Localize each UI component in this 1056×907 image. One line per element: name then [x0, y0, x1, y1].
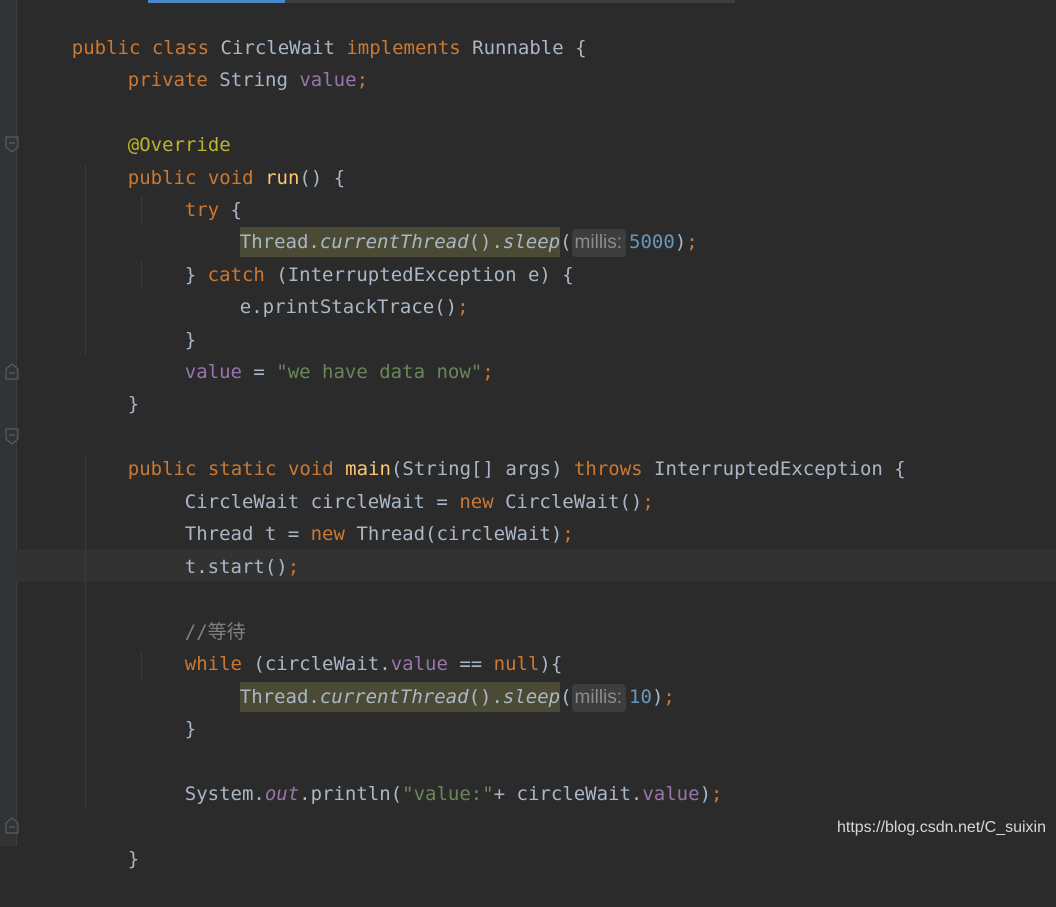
code-token: } — [127, 848, 140, 870]
code-token: InterruptedException { — [642, 458, 906, 480]
code-line-22[interactable]: } — [139, 681, 196, 740]
code-token: ) — [651, 686, 664, 708]
fold-collapse-icon[interactable] — [5, 136, 19, 154]
code-line-21[interactable]: Thread.currentThread().sleep(millis: 10); — [194, 649, 675, 712]
code-line-20[interactable]: while (circleWait.value == null){ — [139, 616, 563, 675]
code-line-5[interactable]: public void run() { — [82, 130, 345, 189]
code-token: .println( — [299, 783, 403, 805]
code-line-6[interactable]: try { — [139, 162, 242, 221]
static-method-call: sleep — [502, 686, 561, 708]
number-literal: 10 — [629, 686, 652, 708]
editor-gutter[interactable] — [0, 0, 19, 846]
semicolon: ; — [711, 783, 723, 805]
code-token: } — [127, 393, 140, 415]
code-line-8[interactable]: } catch (InterruptedException e) { — [139, 227, 574, 286]
keyword: new — [310, 523, 345, 545]
code-line-19[interactable]: //等待 — [139, 584, 246, 643]
semicolon: ; — [356, 69, 369, 91]
code-line-10[interactable]: } — [139, 292, 196, 351]
code-token: } — [184, 718, 197, 740]
usage-highlight: Thread.currentThread().sleep — [239, 682, 561, 712]
code-line-16[interactable]: Thread t = new Thread(circleWait); — [139, 486, 574, 545]
code-line-4[interactable]: @Override — [82, 97, 231, 156]
field-name: value — [642, 783, 700, 805]
parameter-hint: millis: — [571, 229, 627, 257]
code-editor[interactable]: public class CircleWait implements Runna… — [0, 0, 1056, 870]
string-literal: "we have data now" — [276, 361, 483, 383]
fold-collapse-icon[interactable] — [5, 428, 19, 446]
code-token: Thread. — [239, 686, 320, 708]
code-line-26[interactable]: } — [82, 811, 139, 870]
code-token: () { — [299, 167, 346, 189]
code-line-24[interactable]: System.out.println("value:"+ circleWait.… — [139, 746, 723, 805]
field-name: value — [299, 69, 357, 91]
fold-end-icon[interactable] — [5, 362, 19, 380]
parameter-hint: millis: — [571, 684, 627, 712]
code-line-2[interactable]: private String value; — [82, 32, 368, 91]
code-token: (). — [468, 686, 503, 708]
code-line-14[interactable]: public static void main(String[] args) t… — [82, 421, 906, 480]
semicolon: ; — [287, 556, 300, 578]
semicolon: ; — [562, 523, 574, 545]
code-line-9[interactable]: e.printStackTrace(); — [194, 259, 469, 318]
watermark: https://blog.csdn.net/C_suixin — [836, 819, 1046, 836]
code-line-17[interactable]: t.start(); — [139, 519, 299, 578]
code-token: Thread(circleWait) — [344, 523, 563, 545]
semicolon: ; — [686, 231, 698, 253]
code-token: ) — [674, 231, 687, 253]
code-line-7[interactable]: Thread.currentThread().sleep(millis: 5000… — [194, 194, 698, 257]
code-line-11[interactable]: value = "we have data now"; — [139, 324, 494, 383]
semicolon: ; — [642, 491, 654, 513]
static-field: out — [264, 783, 300, 805]
string-literal: "value:" — [402, 783, 494, 805]
semicolon: ; — [663, 686, 675, 708]
semicolon: ; — [482, 361, 494, 383]
code-token: ) — [699, 783, 712, 805]
number-literal: 5000 — [629, 231, 675, 253]
code-line-15[interactable]: CircleWait circleWait = new CircleWait()… — [139, 454, 654, 513]
code-token: ( — [560, 686, 572, 708]
code-token: String — [207, 69, 300, 91]
code-token: Runnable { — [460, 37, 587, 59]
code-token: e.printStackTrace() — [239, 296, 458, 318]
fold-end-icon[interactable] — [5, 816, 19, 834]
keyword: private — [127, 69, 208, 91]
code-token: System. — [184, 783, 265, 805]
code-token: = — [241, 361, 277, 383]
semicolon: ; — [457, 296, 469, 318]
code-line-12[interactable]: } — [82, 356, 139, 415]
code-token: t.start() — [184, 556, 288, 578]
code-token: + circleWait. — [493, 783, 643, 805]
code-line-1[interactable]: public class CircleWait implements Runna… — [26, 0, 587, 59]
static-method-call: currentThread — [319, 686, 469, 708]
method-name: run — [265, 167, 300, 189]
field-name: value — [184, 361, 242, 383]
